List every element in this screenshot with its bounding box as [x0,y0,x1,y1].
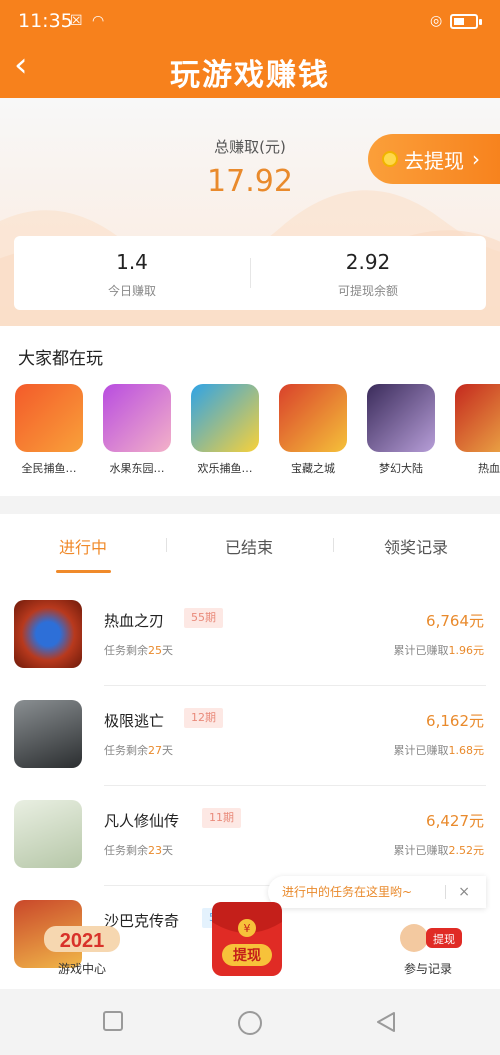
today-earned-value: 1.4 [116,250,148,274]
active-tab-indicator [56,570,111,573]
available-balance-label: 可提现余额 [337,284,398,298]
tab-rewards[interactable]: 领奖记录 [333,534,499,558]
period-tag: 55期 [184,608,223,628]
today-earned-label: 今日赚取 [107,284,156,298]
days-remaining: 任务剩余23天 [104,844,173,857]
task-name: 极限逃亡 [104,712,165,730]
withdraw-button[interactable]: 去提现 › [368,134,500,184]
game-item[interactable]: 梦幻大陆 [366,384,436,476]
game-name: 欢乐捕鱼… [197,462,253,475]
task-name: 凡人修仙传 [104,812,180,830]
ox-2021-icon: 2021 [44,926,120,952]
game-item[interactable]: 全民捕鱼… [14,384,84,476]
withdraw-center-button[interactable]: ¥ 提现 [206,898,288,986]
game-icon [14,800,82,868]
game-icon [279,384,347,452]
svg-text:提现: 提现 [433,933,455,946]
task-name: 热血之刃 [104,612,165,630]
earnings-summary: 总赚取(元) 17.92 去提现 › 1.4 今日赚取 2.92 可提现余额 [0,98,500,326]
game-item[interactable]: 热血 [454,384,500,476]
game-icon [367,384,435,452]
stats-card: 1.4 今日赚取 2.92 可提现余额 [14,236,486,310]
nav-game-center[interactable]: 2021 游戏中心 [12,920,152,977]
game-icon [103,384,171,452]
tab-in-progress[interactable]: 进行中 [0,534,166,558]
tooltip-divider [445,885,446,899]
task-row[interactable]: 凡人修仙传 11期 任务剩余23天 6,427元 累计已赚取2.52元 [0,786,500,886]
game-name: 宝藏之城 [291,462,335,475]
svg-text:¥: ¥ [244,922,251,935]
page-title: 玩游戏赚钱 [170,58,330,93]
status-bar: 11:35 ☒ ◠ ◎ [0,0,500,40]
days-remaining: 任务剩余25天 [104,644,173,657]
coin-icon [382,151,398,167]
available-balance-stat: 2.92 可提现余额 [250,250,486,299]
ox-withdraw-icon: 提现 [400,924,462,952]
task-amount: 6,162元 [426,712,484,730]
back-nav-icon[interactable] [374,1010,398,1034]
withdraw-button-label: 去提现 [404,148,464,173]
battery-icon [450,14,482,29]
nav-participation-records[interactable]: 提现 参与记录 [358,920,498,977]
game-name: 热血 [478,462,500,475]
game-icon [455,384,500,452]
tab-ended[interactable]: 已结束 [166,534,332,558]
close-icon[interactable]: × [458,876,470,908]
period-tag: 12期 [184,708,223,728]
task-row[interactable]: 极限逃亡 12期 任务剩余27天 6,162元 累计已赚取1.68元 [0,686,500,786]
nav-label: 参与记录 [403,962,452,976]
game-name: 水果东园… [109,462,165,475]
tasks-hint-tooltip: 进行中的任务在这里哟~ × [268,876,486,908]
earned-total: 累计已赚取2.52元 [393,844,485,857]
nav-label: 游戏中心 [57,962,106,976]
game-icon [14,600,82,668]
task-row[interactable]: 热血之刃 55期 任务剩余25天 6,764元 累计已赚取1.96元 [0,586,500,686]
game-icon [191,384,259,452]
task-tabs: 进行中 已结束 领奖记录 [0,514,500,576]
game-item[interactable]: 宝藏之城 [278,384,348,476]
task-amount: 6,764元 [426,612,484,630]
app-header: 11:35 ☒ ◠ ◎ ‹ 玩游戏赚钱 [0,0,500,98]
svg-text:2021: 2021 [60,930,105,952]
svg-text:提现: 提现 [233,948,261,964]
tooltip-text: 进行中的任务在这里哟~ [282,885,413,899]
available-balance-value: 2.92 [345,250,391,274]
lock-icon: ◎ [430,13,443,29]
days-remaining: 任务剩余27天 [104,744,173,757]
recent-apps-icon[interactable] [102,1010,124,1032]
earned-total: 累计已赚取1.68元 [393,744,485,757]
game-item[interactable]: 水果东园… [102,384,172,476]
section-title: 大家都在玩 [18,349,103,369]
game-name: 全民捕鱼… [21,462,77,475]
bottom-navigation: 2021 游戏中心 ¥ 提现 提现 参与记录 [0,902,500,990]
red-envelope-icon: ¥ 提现 [212,902,282,976]
popular-games-section: 大家都在玩 全民捕鱼… 水果东园… 欢乐捕鱼… 宝藏之城 梦幻大陆 热血 [0,326,500,496]
home-icon[interactable] [237,1010,263,1036]
status-time: 11:35 [18,10,73,32]
notification-icon: ☒ [70,13,83,29]
chevron-right-icon: › [472,147,480,171]
game-item[interactable]: 欢乐捕鱼… [190,384,260,476]
wifi-icon: ◠ [92,13,105,29]
game-icon [15,384,83,452]
period-tag: 11期 [202,808,241,828]
game-icon [14,700,82,768]
today-earned-stat: 1.4 今日赚取 [14,250,250,299]
task-amount: 6,427元 [426,812,484,830]
earned-total: 累计已赚取1.96元 [393,644,485,657]
game-name: 梦幻大陆 [379,462,423,475]
system-navigation-bar [0,990,500,1055]
